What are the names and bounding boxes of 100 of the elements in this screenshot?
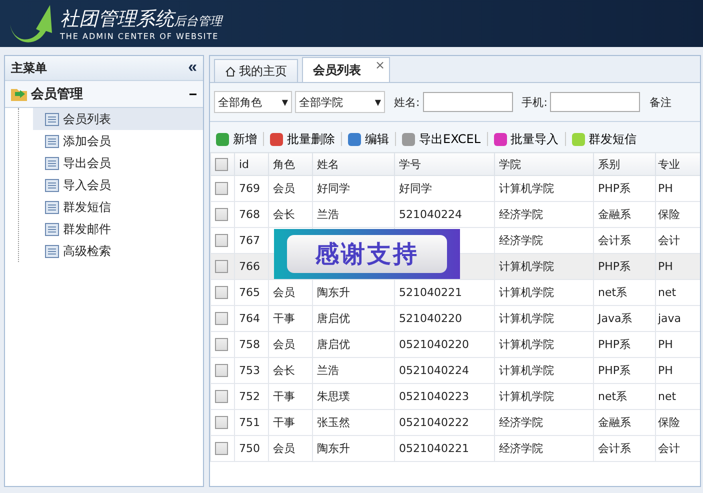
table-cell: PHP系 [598,338,631,351]
table-cell: 陶东升 [317,286,350,299]
table-cell: 干事 [273,416,295,429]
toolbar-button[interactable]: 导出EXCEL [402,130,481,148]
table-cell: 计算机学院 [499,364,554,377]
toolbar-button[interactable]: 编辑 [348,130,389,148]
table-cell: PH [658,338,673,351]
table-cell: 751 [239,416,260,429]
table-cell: java [658,312,682,325]
phone-input-field[interactable] [550,92,640,112]
sidebar-item[interactable]: 导出会员 [33,152,203,174]
toast-message: 感谢支持 [315,239,419,270]
column-header[interactable]: 学号 [394,152,494,176]
table-cell: 经济学院 [499,234,543,247]
table-cell: 唐启优 [317,338,350,351]
name-input-field[interactable] [422,92,513,112]
table-cell: 计算机学院 [499,338,554,351]
phone-label: 手机: [522,94,548,110]
table-cell: 金融系 [598,416,631,429]
table-cell: 金融系 [598,208,631,221]
table-cell: 会员 [273,338,295,351]
table-cell: 521040224 [399,208,462,221]
toolbar-button[interactable]: 新增 [216,130,257,148]
table-cell: 758 [239,338,260,351]
table-cell: 陶东升 [317,442,350,455]
table-cell: 0521040224 [399,364,469,377]
table-cell: 会计 [658,442,680,455]
table-cell: 769 [239,182,260,195]
table-cell: 会计系 [598,234,631,247]
table-cell: 521040221 [399,286,462,299]
toolbar-button[interactable]: 批量删除 [270,130,335,148]
column-header[interactable]: 姓名 [312,152,394,176]
table-cell: 计算机学院 [499,390,554,403]
list-icon [45,244,59,258]
table-cell: PHP系 [598,260,631,273]
menu-group-label[interactable]: 会员管理 [31,85,185,103]
column-header[interactable]: id [234,152,268,176]
table-cell: net [658,286,676,299]
collapse-button[interactable]: « [188,59,197,77]
table-cell: Java系 [598,312,632,325]
table-cell: 兰浩 [317,208,339,221]
row-checkbox[interactable] [215,442,228,456]
sidebar-title: 主菜单 [11,60,47,76]
row-checkbox[interactable] [215,416,228,430]
table-cell: PHP系 [598,364,631,377]
row-checkbox[interactable] [215,260,228,274]
tab[interactable]: 我的主页 [214,59,298,82]
college-dropdown[interactable]: 全部学院 ▼ [295,91,385,113]
row-checkbox[interactable] [215,208,228,222]
row-checkbox[interactable] [215,182,228,196]
sidebar-item[interactable]: 高级检索 [33,240,203,262]
row-checkbox[interactable] [215,286,228,300]
table-cell: 750 [239,442,260,455]
sidebar-item[interactable]: 导入会员 [33,174,203,196]
sidebar-item[interactable]: 添加会员 [33,130,203,152]
list-icon [45,112,59,126]
tab[interactable]: 会员列表 × [302,57,390,82]
table-cell: 好同学 [399,182,432,195]
home-icon [225,66,236,76]
row-checkbox[interactable] [215,234,228,248]
table-cell: 0521040223 [399,390,469,403]
row-checkbox[interactable] [215,390,228,404]
group-toggle-button[interactable]: − [188,86,197,102]
row-checkbox[interactable] [215,312,228,326]
table-cell: 0521040222 [399,416,469,429]
toolbar-button[interactable]: 批量导入 [494,130,559,148]
table-cell: 好同学 [317,182,350,195]
table-cell: 计算机学院 [499,312,554,325]
table-cell: net系 [598,286,628,299]
column-header[interactable]: 系别 [594,152,656,176]
table-cell: 计算机学院 [499,260,554,273]
table-cell: 计算机学院 [499,182,554,195]
sidebar-item[interactable]: 群发短信 [33,196,203,218]
table-cell: 兰浩 [317,364,339,377]
note-label: 备注 [649,94,672,110]
table-cell: 张玉然 [317,416,350,429]
sidebar-item[interactable]: 会员列表 [33,108,203,130]
table-cell: 765 [239,286,260,299]
app-title: 社团管理系统 [60,8,174,30]
table-cell: net [658,390,676,403]
sidebar-item[interactable]: 群发邮件 [33,218,203,240]
app-subtitle: 后台管理 [174,14,222,28]
table-cell: 会计系 [598,442,631,455]
select-all-checkbox[interactable] [215,158,228,171]
list-icon [45,200,59,214]
table-cell: 会长 [273,208,295,221]
role-dropdown[interactable]: 全部角色 ▼ [214,91,292,113]
table-cell: 会员 [273,182,295,195]
column-header[interactable]: 角色 [268,152,312,176]
close-icon[interactable]: × [374,58,385,72]
row-checkbox[interactable] [215,338,228,352]
table-cell: 计算机学院 [499,286,554,299]
column-header[interactable]: 学院 [494,152,594,176]
table-cell: 766 [239,260,260,273]
list-icon [45,222,59,236]
toolbar-button[interactable]: 群发短信 [572,130,637,148]
table-cell: 752 [239,390,260,403]
row-checkbox[interactable] [215,364,228,378]
column-header[interactable]: 专业 [656,152,700,176]
table-cell: net系 [598,390,628,403]
